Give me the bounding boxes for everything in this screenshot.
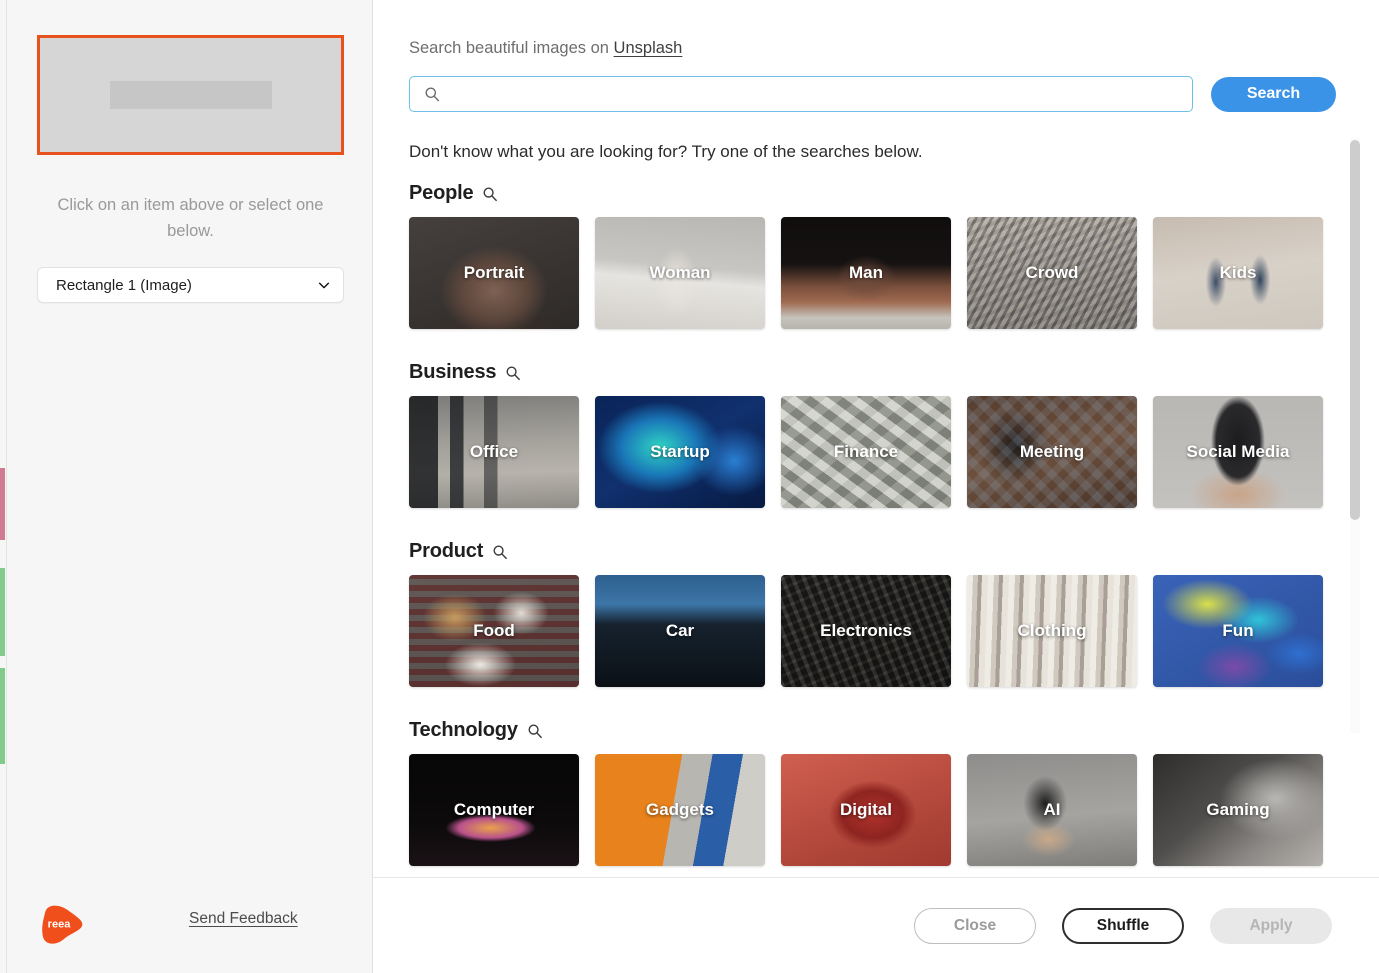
category-thumbnail[interactable]: Woman: [595, 217, 765, 329]
category-thumbnail[interactable]: Food: [409, 575, 579, 687]
search-box[interactable]: [409, 76, 1193, 112]
selected-item-preview[interactable]: [37, 35, 344, 155]
thumbnail-label: Startup: [595, 442, 765, 462]
reea-logo-icon: reea: [36, 899, 86, 949]
edge-strip-green-1: [0, 568, 5, 656]
category-thumbnail[interactable]: Gadgets: [595, 754, 765, 866]
thumbnail-label: Office: [409, 442, 579, 462]
category-thumbnail[interactable]: Portrait: [409, 217, 579, 329]
category-thumbnail[interactable]: Kids: [1153, 217, 1323, 329]
category-thumbnail-row: Office Startup Finance Meeting Social Media: [409, 396, 1339, 508]
unsplash-prompt-text: Search beautiful images on: [409, 39, 614, 57]
category-thumbnail[interactable]: Gaming: [1153, 754, 1323, 866]
category-thumbnail[interactable]: Electronics: [781, 575, 951, 687]
category-thumbnail[interactable]: Office: [409, 396, 579, 508]
category-thumbnail[interactable]: Car: [595, 575, 765, 687]
edge-strip-pink: [0, 468, 5, 540]
search-row: Search: [409, 76, 1336, 112]
thumbnail-label: Gadgets: [595, 800, 765, 820]
close-button[interactable]: Close: [914, 908, 1036, 944]
category-thumbnail[interactable]: Computer: [409, 754, 579, 866]
sidebar-footer: reea Send Feedback: [0, 877, 373, 973]
category-title: Business: [409, 361, 496, 384]
edge-divider: [6, 0, 7, 973]
category-thumbnail-row: Food Car Electronics Clothing Fun: [409, 575, 1339, 687]
scrollbar-thumb[interactable]: [1350, 140, 1360, 520]
search-button[interactable]: Search: [1211, 77, 1336, 112]
thumbnail-label: Crowd: [967, 263, 1137, 283]
unsplash-image-picker-dialog: Click on an item above or select one bel…: [0, 0, 1379, 973]
selection-hint-text: Click on an item above or select one bel…: [37, 192, 344, 244]
category-sections: People Portrait Woman Man Crowd Kids Business O…: [409, 182, 1339, 876]
search-icon[interactable]: [492, 544, 508, 560]
send-feedback-link[interactable]: Send Feedback: [189, 910, 298, 928]
category-thumbnail[interactable]: Man: [781, 217, 951, 329]
category-header: Business: [409, 361, 1339, 384]
unsplash-link[interactable]: Unsplash: [614, 39, 683, 57]
thumbnail-label: Computer: [409, 800, 579, 820]
category-thumbnail[interactable]: Fun: [1153, 575, 1323, 687]
search-icon[interactable]: [482, 186, 498, 202]
category-header: Product: [409, 540, 1339, 563]
search-icon[interactable]: [527, 723, 543, 739]
category-thumbnail-row: Computer Gadgets Digital AI Gaming: [409, 754, 1339, 866]
layer-select-dropdown[interactable]: Rectangle 1 (Image): [37, 267, 344, 303]
search-icon: [424, 86, 440, 102]
unsplash-prompt: Search beautiful images on Unsplash: [409, 39, 682, 58]
apply-button[interactable]: Apply: [1210, 908, 1332, 944]
thumbnail-label: Finance: [781, 442, 951, 462]
category-thumbnail[interactable]: Clothing: [967, 575, 1137, 687]
category-header: Technology: [409, 719, 1339, 742]
search-icon[interactable]: [505, 365, 521, 381]
sidebar: Click on an item above or select one bel…: [0, 0, 373, 973]
shuffle-button[interactable]: Shuffle: [1062, 908, 1184, 944]
thumbnail-label: Electronics: [781, 621, 951, 641]
thumbnail-label: Fun: [1153, 621, 1323, 641]
thumbnail-label: Woman: [595, 263, 765, 283]
preview-placeholder-bar: [110, 81, 272, 109]
dialog-footer: Close Shuffle Apply: [373, 877, 1379, 973]
category-thumbnail[interactable]: Finance: [781, 396, 951, 508]
category-title: People: [409, 182, 473, 205]
thumbnail-label: Clothing: [967, 621, 1137, 641]
main-panel: Search beautiful images on Unsplash Sear…: [373, 0, 1379, 973]
thumbnail-label: Portrait: [409, 263, 579, 283]
thumbnail-label: Man: [781, 263, 951, 283]
category-thumbnail-row: Portrait Woman Man Crowd Kids: [409, 217, 1339, 329]
category-thumbnail[interactable]: Startup: [595, 396, 765, 508]
thumbnail-label: Meeting: [967, 442, 1137, 462]
thumbnail-label: Gaming: [1153, 800, 1323, 820]
category-thumbnail[interactable]: Meeting: [967, 396, 1137, 508]
thumbnail-label: Social Media: [1153, 442, 1323, 462]
search-input[interactable]: [440, 77, 1192, 111]
chevron-down-icon: [317, 278, 331, 292]
category-section: Business Office Startup Finance Meeting Socia…: [409, 361, 1339, 508]
thumbnail-label: Food: [409, 621, 579, 641]
category-section: People Portrait Woman Man Crowd Kids: [409, 182, 1339, 329]
category-header: People: [409, 182, 1339, 205]
category-section: Technology Computer Gadgets Digital AI Gaming: [409, 719, 1339, 866]
category-title: Technology: [409, 719, 518, 742]
category-title: Product: [409, 540, 483, 563]
thumbnail-label: AI: [967, 800, 1137, 820]
main-scroll-area: Search beautiful images on Unsplash Sear…: [373, 0, 1379, 876]
category-thumbnail[interactable]: AI: [967, 754, 1137, 866]
svg-text:reea: reea: [48, 919, 72, 931]
category-thumbnail[interactable]: Digital: [781, 754, 951, 866]
search-suggestions-subtitle: Don't know what you are looking for? Try…: [409, 142, 923, 162]
category-section: Product Food Car Electronics Clothing Fun: [409, 540, 1339, 687]
category-thumbnail[interactable]: Crowd: [967, 217, 1137, 329]
thumbnail-label: Car: [595, 621, 765, 641]
thumbnail-label: Digital: [781, 800, 951, 820]
category-thumbnail[interactable]: Social Media: [1153, 396, 1323, 508]
edge-strip-green-2: [0, 668, 5, 764]
layer-select-value: Rectangle 1 (Image): [56, 277, 317, 294]
thumbnail-label: Kids: [1153, 263, 1323, 283]
